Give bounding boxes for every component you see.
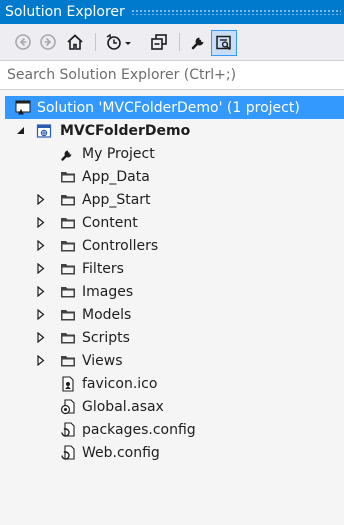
collapsed-arrow-icon[interactable] <box>36 217 46 229</box>
tree-item[interactable]: Images <box>0 280 344 303</box>
properties-icon <box>191 37 204 50</box>
tree-item-label: Content <box>82 214 138 231</box>
back-button[interactable] <box>12 31 34 53</box>
tree-item[interactable]: Views <box>0 349 344 372</box>
collapsed-arrow-icon[interactable] <box>36 309 46 321</box>
tree-solution-node[interactable]: Solution 'MVCFolderDemo' (1 project) <box>5 96 344 119</box>
tree-item[interactable]: My Project <box>0 142 344 165</box>
folder-icon <box>60 215 76 231</box>
global-asax-icon <box>60 398 76 415</box>
drag-grip[interactable] <box>130 9 341 15</box>
collapsed-arrow-icon[interactable] <box>36 355 46 367</box>
wrench-icon <box>60 146 76 162</box>
tree-item-label: Images <box>82 283 134 300</box>
tree-item[interactable]: Models <box>0 303 344 326</box>
tree-item[interactable]: Scripts <box>0 326 344 349</box>
home-icon <box>67 34 83 50</box>
collapsed-arrow-icon[interactable] <box>36 332 46 344</box>
collapse-all-button[interactable] <box>148 31 170 53</box>
home-button[interactable] <box>64 31 86 53</box>
collapsed-arrow-icon[interactable] <box>36 194 46 206</box>
collapsed-arrow-icon[interactable] <box>36 263 46 275</box>
forward-button[interactable] <box>37 31 59 53</box>
solution-label: Solution 'MVCFolderDemo' (1 project) <box>37 99 300 116</box>
expanded-arrow-icon[interactable] <box>15 125 25 137</box>
tree-item[interactable]: App_Data <box>0 165 344 188</box>
forward-icon <box>40 34 56 50</box>
tree-item-label: favicon.ico <box>82 375 158 392</box>
project-icon <box>36 123 52 139</box>
tree-item[interactable]: App_Start <box>0 188 344 211</box>
tree-item[interactable]: packages.config <box>0 418 344 441</box>
toolbar-separator <box>95 33 96 51</box>
properties-button[interactable] <box>188 31 210 53</box>
tree-item-label: Scripts <box>82 329 130 346</box>
config-file-icon <box>60 421 76 438</box>
config-file-icon <box>60 444 76 461</box>
project-label: MVCFolderDemo <box>60 122 191 139</box>
toolbar <box>0 24 344 60</box>
image-file-icon <box>60 375 76 392</box>
tree-item-label: Models <box>82 306 132 323</box>
tree-item-label: Controllers <box>82 237 159 254</box>
tree-item-label: Filters <box>82 260 124 277</box>
toolbar-separator <box>179 33 180 51</box>
tree-item[interactable]: Global.asax <box>0 395 344 418</box>
folder-icon <box>60 284 76 300</box>
folder-icon <box>60 330 76 346</box>
solution-icon <box>15 100 31 116</box>
tree-item-label: Web.config <box>82 444 160 461</box>
collapsed-arrow-icon[interactable] <box>36 240 46 252</box>
folder-icon <box>60 261 76 277</box>
title-bar: Solution Explorer <box>0 0 344 24</box>
tree-item-label: Global.asax <box>82 398 164 415</box>
tree-item-label: My Project <box>82 145 155 162</box>
tree-item[interactable]: Controllers <box>0 234 344 257</box>
window-title: Solution Explorer <box>5 4 125 20</box>
tree-item-label: App_Start <box>82 191 151 208</box>
folder-icon <box>60 307 76 323</box>
preview-icon <box>216 35 231 51</box>
folder-icon <box>60 192 76 208</box>
history-button[interactable] <box>104 31 134 53</box>
tree-item-label: packages.config <box>82 421 196 438</box>
back-icon <box>15 34 31 50</box>
search-input[interactable] <box>0 61 337 89</box>
tree-item[interactable]: Web.config <box>0 441 344 464</box>
folder-icon <box>60 238 76 254</box>
folder-icon <box>60 353 76 369</box>
history-icon <box>106 33 131 50</box>
collapsed-arrow-icon[interactable] <box>36 286 46 298</box>
tree-item[interactable]: Filters <box>0 257 344 280</box>
folder-icon <box>60 169 76 185</box>
tree-project-node[interactable]: MVCFolderDemo <box>0 119 344 142</box>
search-box <box>0 60 344 90</box>
tree-item-label: Views <box>82 352 123 369</box>
tree-item[interactable]: favicon.ico <box>0 372 344 395</box>
tree-item-label: App_Data <box>82 168 150 185</box>
preview-button[interactable] <box>211 30 237 56</box>
tree-item[interactable]: Content <box>0 211 344 234</box>
collapse-all-icon <box>151 34 167 50</box>
